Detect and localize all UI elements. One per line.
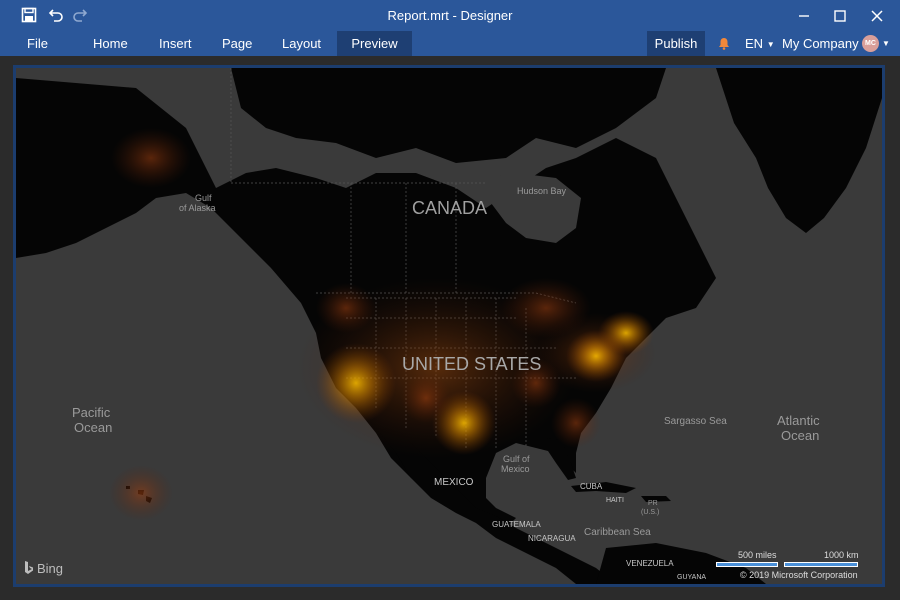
label-cuba: CUBA xyxy=(580,482,603,491)
scale-km-label: 1000 km xyxy=(824,550,859,560)
label-pacific-2: Ocean xyxy=(74,420,113,435)
label-pr: PR xyxy=(648,500,658,507)
label-pr-2: (U.S.) xyxy=(641,509,660,516)
minimize-icon[interactable] xyxy=(792,5,816,27)
window-title: Report.mrt - Designer xyxy=(387,8,513,23)
avatar[interactable]: MC xyxy=(862,35,879,52)
label-pacific: Pacific xyxy=(72,405,111,420)
bing-label: Bing xyxy=(37,560,64,576)
label-gulf-of-alaska: Gulf xyxy=(195,193,212,203)
tab-layout[interactable]: Layout xyxy=(282,31,321,56)
label-caribbean-sea: Caribbean Sea xyxy=(584,527,651,538)
scale-miles-label: 500 miles xyxy=(738,550,777,560)
label-gulf-of-mexico: Gulf of xyxy=(503,454,530,464)
label-guatemala: GUATEMALA xyxy=(492,520,541,529)
label-gulf-of-alaska-2: of Alaska xyxy=(179,203,216,213)
label-guyana: GUYANA xyxy=(677,574,707,581)
label-nicaragua: NICARAGUA xyxy=(528,534,576,543)
label-mexico: MEXICO xyxy=(434,477,474,488)
label-atlantic: Atlantic xyxy=(777,413,820,428)
map-canvas[interactable] xyxy=(16,68,882,584)
label-atlantic-2: Ocean xyxy=(781,428,820,443)
label-gulf-of-mexico-2: Mexico xyxy=(501,464,530,474)
menu-bar: File Home Insert Page Layout Preview Pub… xyxy=(0,31,900,56)
file-menu[interactable]: File xyxy=(27,31,48,56)
company-selector[interactable]: My Company xyxy=(782,31,859,56)
chevron-down-icon[interactable]: ▼ xyxy=(882,39,890,48)
tab-home[interactable]: Home xyxy=(93,31,128,56)
publish-button[interactable]: Publish xyxy=(647,31,705,56)
maximize-icon[interactable] xyxy=(828,5,852,27)
language-selector[interactable]: EN ▼ xyxy=(745,31,775,56)
label-hudson-bay: Hudson Bay xyxy=(517,186,567,196)
tab-preview[interactable]: Preview xyxy=(337,31,412,56)
label-canada: CANADA xyxy=(412,198,488,218)
scale-bar-miles xyxy=(716,562,778,567)
tab-insert[interactable]: Insert xyxy=(159,31,192,56)
scale-bar-km xyxy=(784,562,858,567)
tab-page[interactable]: Page xyxy=(222,31,252,56)
label-haiti: HAITI xyxy=(606,497,624,504)
label-sargasso-sea: Sargasso Sea xyxy=(664,416,727,427)
company-label: My Company xyxy=(782,36,859,51)
bing-icon xyxy=(25,561,33,574)
map-viewer[interactable]: CANADA UNITED STATES MEXICO Hudson Bay G… xyxy=(13,65,885,587)
title-bar: Report.mrt - Designer xyxy=(0,0,900,31)
label-venezuela: VENEZUELA xyxy=(626,559,674,568)
chevron-down-icon: ▼ xyxy=(766,40,775,50)
bell-icon[interactable] xyxy=(716,31,732,56)
language-label: EN xyxy=(745,36,764,51)
bing-logo: Bing xyxy=(24,560,63,576)
copyright-text: © 2019 Microsoft Corporation xyxy=(740,570,858,580)
close-icon[interactable] xyxy=(865,5,889,27)
label-united-states: UNITED STATES xyxy=(402,354,542,374)
